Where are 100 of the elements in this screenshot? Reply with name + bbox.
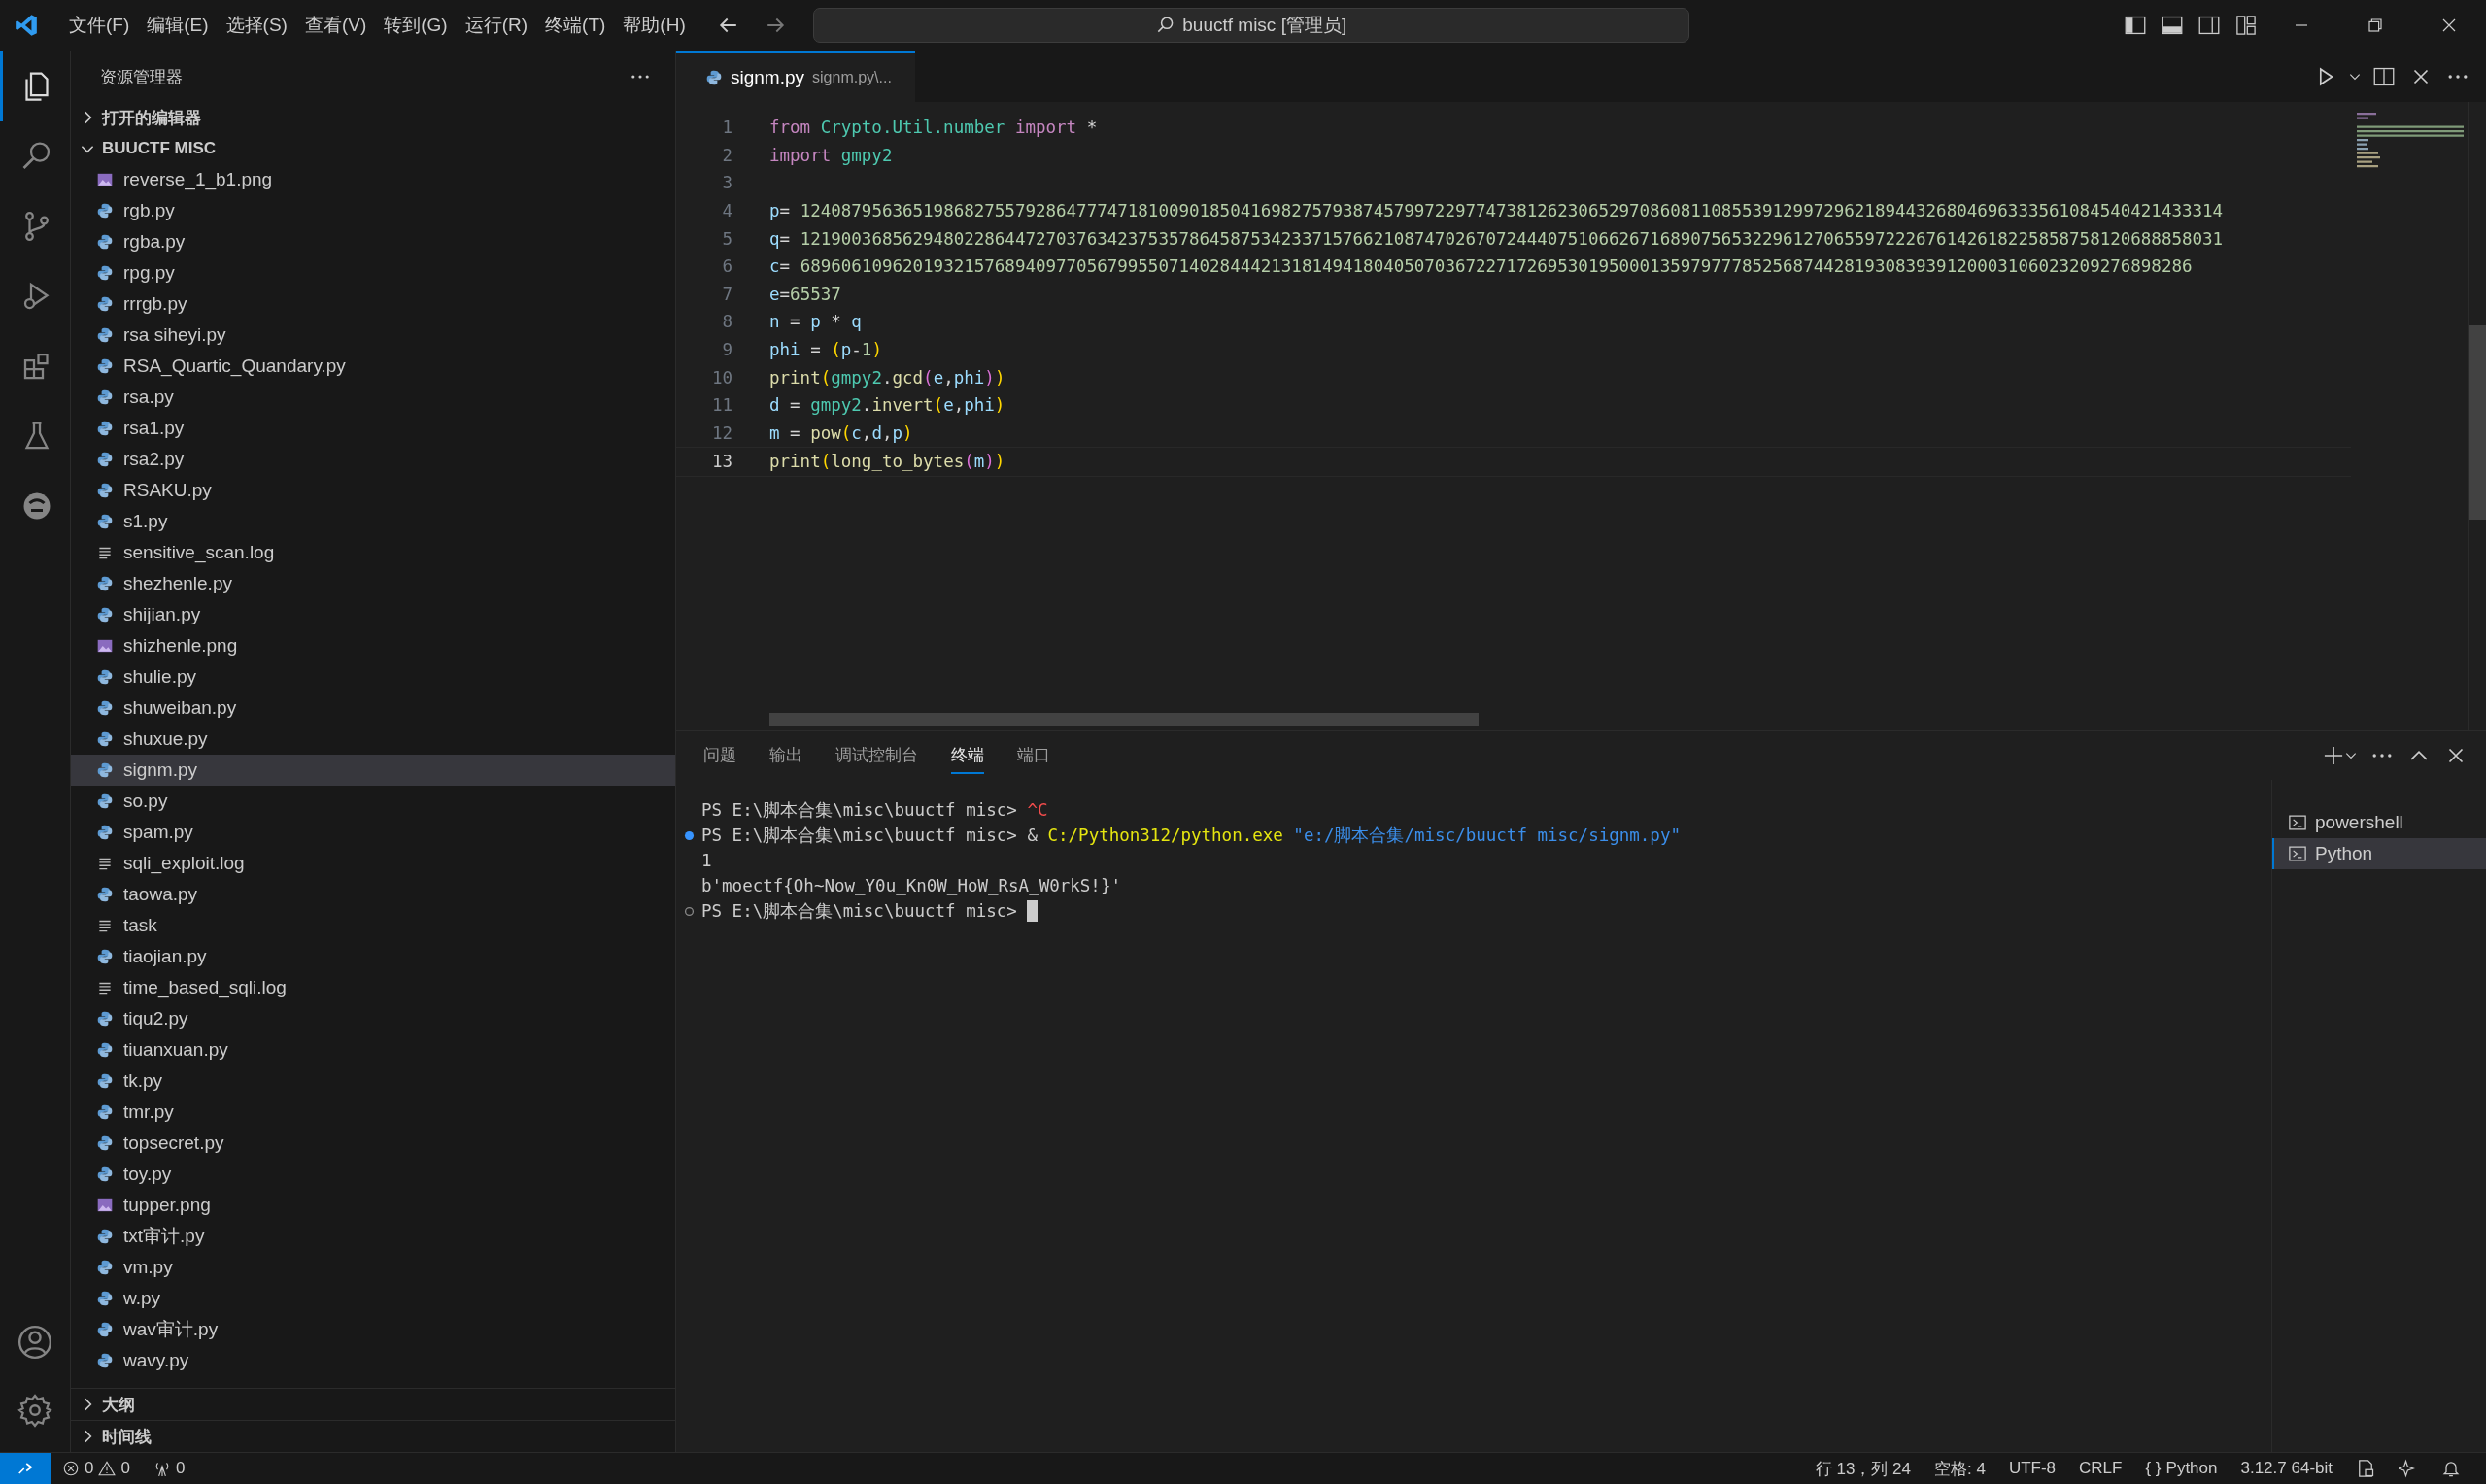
code-line: p= 1240879563651986827557928647774718100901850416982757938745799722977473812623065297086081108553912997296218944326804696333561084540421433314: [769, 201, 2224, 221]
line-number: 3: [721, 173, 732, 193]
menu-item[interactable]: 文件(F): [60, 9, 139, 42]
python-file-icon: [96, 575, 114, 592]
file-icon[interactable]: [2356, 1459, 2375, 1478]
settings-icon[interactable]: [17, 1392, 53, 1429]
file-item[interactable]: rgb.py: [71, 195, 675, 226]
python-file-icon: [96, 1259, 114, 1276]
file-item[interactable]: vm.py: [71, 1252, 675, 1283]
error-icon[interactable]: [62, 1460, 80, 1477]
file-item[interactable]: txt审计.py: [71, 1221, 675, 1252]
menu-item[interactable]: 编辑(E): [138, 9, 218, 42]
file-item[interactable]: RSA_Quartic_Quandary.py: [71, 351, 675, 382]
file-item[interactable]: RSAKU.py: [71, 475, 675, 506]
notifications-icon[interactable]: [2441, 1459, 2461, 1478]
menu-item[interactable]: 选择(S): [217, 9, 296, 42]
file-item[interactable]: rsa2.py: [71, 444, 675, 475]
scrollbar-thumb[interactable]: [2469, 325, 2486, 520]
file-item[interactable]: spam.py: [71, 817, 675, 848]
braces-icon[interactable]: { }: [2145, 1459, 2162, 1478]
command-success-icon[interactable]: [682, 828, 696, 842]
account-icon[interactable]: [17, 1324, 53, 1361]
warning-count[interactable]: 0: [120, 1459, 130, 1478]
menu-item[interactable]: 查看(V): [295, 9, 376, 42]
file-item[interactable]: rpg.py: [71, 257, 675, 288]
file-item[interactable]: topsecret.py: [71, 1128, 675, 1159]
file-item[interactable]: sqli_exploit.log: [71, 848, 675, 879]
sidebar-title: 资源管理器: [100, 66, 183, 88]
section-header[interactable]: 打开的编辑器: [71, 102, 675, 133]
python-file-icon: [96, 1010, 114, 1028]
file-item[interactable]: rsa.py: [71, 382, 675, 413]
file-item[interactable]: tiqu2.py: [71, 1003, 675, 1034]
menu-item[interactable]: 终端(T): [536, 9, 615, 42]
section-header[interactable]: 大纲: [71, 1389, 675, 1420]
file-item[interactable]: tk.py: [71, 1065, 675, 1096]
menu-item[interactable]: 帮助(H): [614, 9, 695, 42]
panel-tab[interactable]: 调试控制台: [835, 737, 918, 774]
image-file-icon: [96, 637, 114, 655]
file-item[interactable]: taowa.py: [71, 879, 675, 910]
interpreter-status[interactable]: 3.12.7 64-bit: [2229, 1459, 2344, 1478]
file-item[interactable]: shijian.py: [71, 599, 675, 630]
scrollbar-thumb[interactable]: [769, 713, 1479, 726]
file-item[interactable]: shezhenle.py: [71, 568, 675, 599]
panel-tab[interactable]: 端口: [1017, 737, 1050, 774]
file-item[interactable]: tupper.png: [71, 1190, 675, 1221]
file-item[interactable]: tiuanxuan.py: [71, 1034, 675, 1065]
terminal-line: PS E:\脚本合集\misc\buuctf misc> ^C: [701, 799, 1048, 822]
command-idle-icon[interactable]: [682, 904, 696, 918]
section-header[interactable]: 时间线: [71, 1421, 675, 1452]
panel-tab[interactable]: 输出: [769, 737, 802, 774]
file-item[interactable]: w.py: [71, 1283, 675, 1314]
command-search-field[interactable]: buuctf misc [管理员]: [812, 8, 1689, 43]
file-item[interactable]: time_based_sqli.log: [71, 972, 675, 1003]
tab-title: signm.py: [731, 67, 805, 88]
python-file-icon: [96, 451, 114, 468]
file-item[interactable]: toy.py: [71, 1159, 675, 1190]
line-ending-status[interactable]: CRLF: [2067, 1459, 2134, 1478]
file-item[interactable]: sensitive_scan.log: [71, 537, 675, 568]
terminal-item[interactable]: powershell: [2272, 807, 2486, 838]
file-item[interactable]: s1.py: [71, 506, 675, 537]
terminal-item[interactable]: Python: [2272, 838, 2486, 869]
panel-tab[interactable]: 终端: [951, 737, 984, 774]
menu-item[interactable]: 运行(R): [456, 9, 537, 42]
file-item[interactable]: wav审计.py: [71, 1314, 675, 1345]
panel-tab[interactable]: 问题: [703, 737, 736, 774]
cursor-position[interactable]: 行 13，列 24: [1803, 1457, 1923, 1480]
python-file-icon: [96, 513, 114, 530]
terminal-line: b'moectf{Oh~Now_Y0u_Kn0W_HoW_RsA_W0rkS!}': [701, 876, 1121, 895]
editor-tab[interactable]: signm.py signm.py\...: [676, 51, 915, 102]
file-item[interactable]: so.py: [71, 786, 675, 817]
menu-item[interactable]: 转到(G): [375, 9, 457, 42]
file-item[interactable]: wavy.py: [71, 1345, 675, 1376]
python-file-icon: [96, 824, 114, 841]
file-item[interactable]: rgba.py: [71, 226, 675, 257]
file-item[interactable]: shizhenle.png: [71, 630, 675, 661]
warning-icon[interactable]: [98, 1460, 117, 1477]
file-item[interactable]: rsa1.py: [71, 413, 675, 444]
python-file-icon: [96, 233, 114, 251]
file-item[interactable]: rrrgb.py: [71, 288, 675, 320]
section-header[interactable]: BUUCTF MISC: [71, 133, 675, 164]
file-item[interactable]: reverse_1_b1.png: [71, 164, 675, 195]
file-item[interactable]: shuweiban.py: [71, 692, 675, 724]
python-file-icon: [96, 264, 114, 282]
language-mode[interactable]: Python: [2165, 1459, 2218, 1478]
line-number: 7: [721, 284, 732, 304]
file-item[interactable]: rsa siheyi.py: [71, 320, 675, 351]
indentation-status[interactable]: 空格: 4: [1922, 1457, 1997, 1480]
file-item[interactable]: signm.py: [71, 755, 675, 786]
line-number: 4: [721, 201, 732, 221]
file-item[interactable]: task: [71, 910, 675, 941]
file-item[interactable]: tiaojian.py: [71, 941, 675, 972]
layout-icon[interactable]: [2233, 13, 2259, 38]
encoding-status[interactable]: UTF-8: [1996, 1459, 2068, 1478]
file-item[interactable]: shulie.py: [71, 661, 675, 692]
python-file-icon: [96, 482, 114, 499]
error-count[interactable]: 0: [85, 1459, 94, 1478]
code-line: d = gmpy2.invert(e,phi): [769, 395, 1005, 416]
ports-count[interactable]: 0: [175, 1459, 186, 1478]
file-item[interactable]: shuxue.py: [71, 724, 675, 755]
file-item[interactable]: tmr.py: [71, 1096, 675, 1128]
